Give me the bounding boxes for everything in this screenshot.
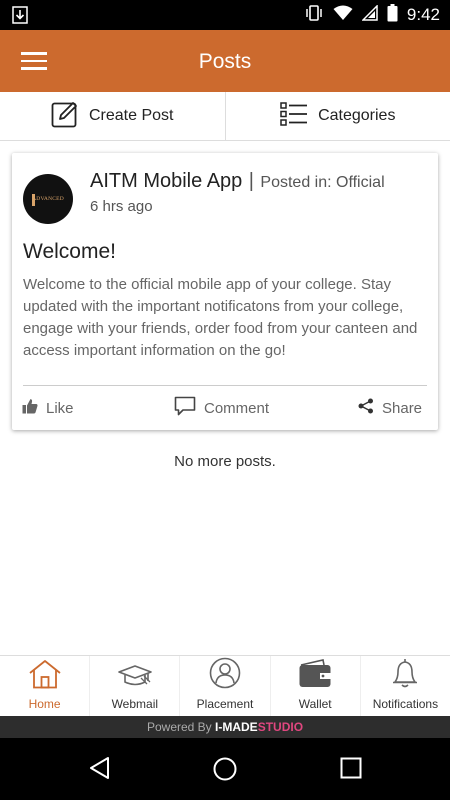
comment-button[interactable]: Comment <box>174 393 269 423</box>
powered-prefix: Powered By <box>146 720 212 734</box>
nav-wallet[interactable]: Wallet <box>269 656 360 716</box>
brand-name-suffix: STUDIO <box>257 720 304 734</box>
signal-icon <box>361 3 378 26</box>
categories-label: Categories <box>318 107 396 124</box>
share-icon <box>358 398 374 418</box>
nav-placement[interactable]: Placement <box>179 656 269 716</box>
edit-icon <box>51 100 79 133</box>
nav-home[interactable]: Home <box>0 656 89 716</box>
status-bar: 9:42 <box>0 0 450 30</box>
comment-label: Comment <box>204 399 270 417</box>
system-nav-bar <box>0 738 450 800</box>
categories-button[interactable]: Categories <box>224 92 450 140</box>
brand-name: I-MADE <box>215 720 258 734</box>
list-icon <box>280 101 308 131</box>
post-body: Welcome to the official mobile app of yo… <box>23 276 418 359</box>
home-circle-icon[interactable] <box>212 756 238 787</box>
post-header: AITM Mobile App | Posted in: Official 6 … <box>90 170 385 215</box>
wallet-icon <box>298 659 332 694</box>
app-bar: Posts <box>0 30 450 92</box>
download-icon <box>12 6 28 29</box>
vibrate-icon <box>304 4 324 27</box>
post-actions: Like Comment Share <box>12 393 438 423</box>
post-card: ADVANCED AITM Mobile App | Posted in: Of… <box>12 153 438 430</box>
action-row: Create Post Categories <box>0 92 450 141</box>
battery-icon <box>387 3 398 27</box>
wifi-icon <box>333 5 353 26</box>
clock: 9:42 <box>406 5 440 24</box>
post-title: Welcome! <box>23 240 116 263</box>
post-time: 6 hrs ago <box>90 198 153 215</box>
home-icon <box>28 659 62 694</box>
page-title: Posts <box>198 50 252 73</box>
comment-icon <box>174 396 196 420</box>
like-label: Like <box>46 399 74 417</box>
like-button[interactable]: Like <box>22 393 74 423</box>
create-post-button[interactable]: Create Post <box>0 92 225 140</box>
share-button[interactable]: Share <box>358 393 422 423</box>
back-icon[interactable] <box>88 756 112 785</box>
logo-mark <box>32 194 35 206</box>
nav-notifications[interactable]: Notifications <box>359 656 450 716</box>
recents-icon[interactable] <box>339 756 363 785</box>
create-post-label: Create Post <box>89 107 174 124</box>
avatar[interactable]: ADVANCED <box>23 174 73 224</box>
nav-label: Wallet <box>298 697 332 711</box>
graduation-cap-icon <box>117 663 153 694</box>
post-category[interactable]: Posted in: Official <box>260 174 384 191</box>
share-label: Share <box>382 399 423 417</box>
thumbs-up-icon <box>22 398 38 418</box>
powered-by-footer: Powered By I-MADESTUDIO <box>0 716 450 738</box>
header-separator: | <box>248 170 254 192</box>
nav-label: Notifications <box>372 697 439 711</box>
logo-text: ADVANCED <box>32 196 64 202</box>
nav-label: Webmail <box>111 697 159 711</box>
post-author[interactable]: AITM Mobile App <box>90 170 242 192</box>
feed-end-text: No more posts. <box>174 453 276 470</box>
nav-webmail[interactable]: Webmail <box>89 656 179 716</box>
person-icon <box>209 657 241 694</box>
nav-label: Placement <box>196 697 254 711</box>
divider <box>23 385 427 386</box>
bottom-nav: Home Webmail Placement Wallet Notificati… <box>0 655 450 716</box>
bell-icon <box>390 657 420 694</box>
nav-label: Home <box>28 697 61 711</box>
